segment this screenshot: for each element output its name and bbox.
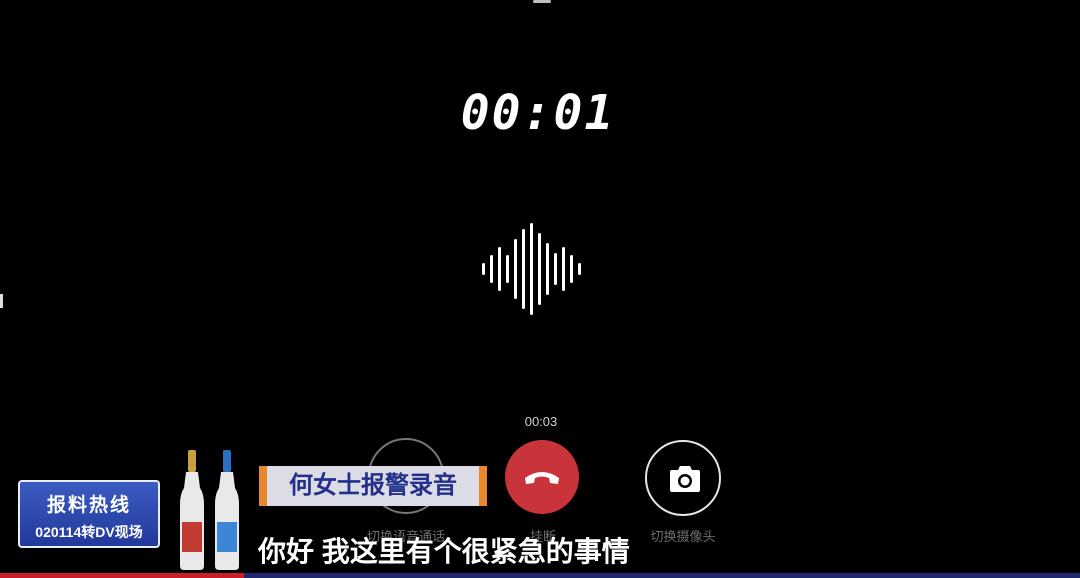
- news-hotline-badge: 报料热线 020114转DV现场: [18, 480, 160, 548]
- subtitle-caption: 你好 我这里有个很紧急的事情: [258, 536, 630, 567]
- ticker-red-segment: [0, 573, 244, 578]
- call-elapsed-time: 00:03: [524, 414, 558, 429]
- caller-name-label: 何女士报警录音: [259, 466, 487, 506]
- phone-hangup-icon: [525, 472, 559, 484]
- top-indicator: [533, 0, 551, 3]
- hotline-number: 020114转DV现场: [35, 524, 143, 540]
- bottom-ticker-bar: [0, 573, 1080, 578]
- switch-camera-button[interactable]: [645, 440, 721, 516]
- hotline-title: 报料热线: [46, 495, 131, 516]
- hangup-button[interactable]: [505, 440, 579, 514]
- call-duration-timer: 00:01: [460, 85, 616, 141]
- audio-waveform-icon: [482, 223, 581, 315]
- camera-icon: [670, 466, 700, 492]
- edge-marker: [0, 294, 3, 308]
- sponsor-bottles-image: [180, 450, 239, 570]
